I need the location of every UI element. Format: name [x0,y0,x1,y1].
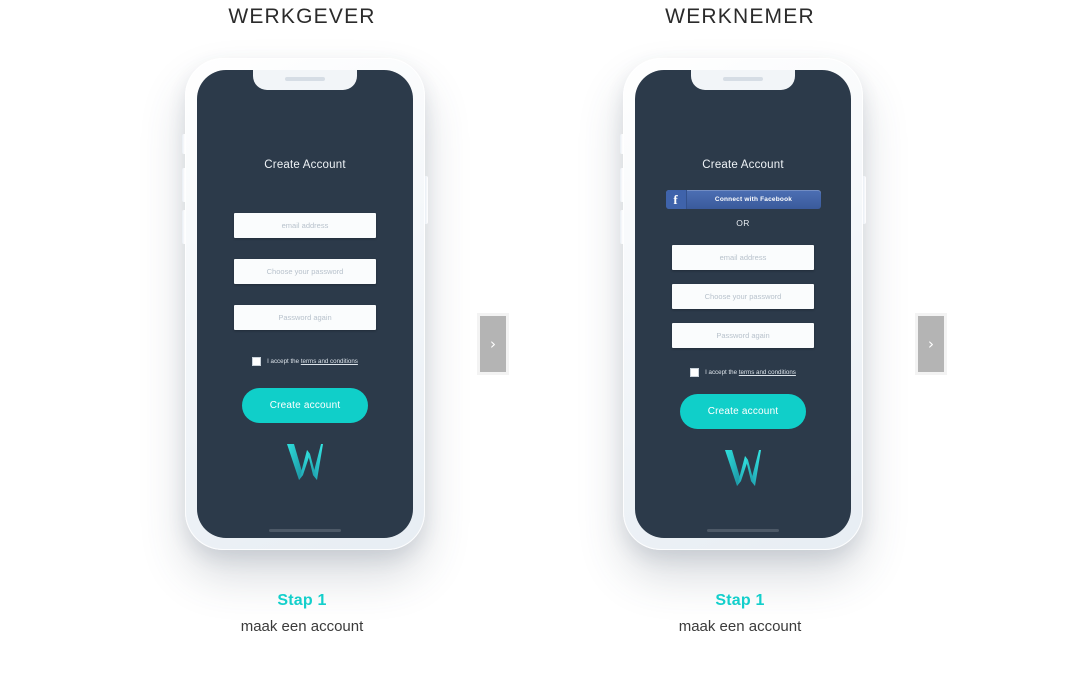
mute-switch [620,134,623,154]
phone-mockup-werknemer: Create Account f Connect with Facebook O… [620,58,866,566]
column-heading-werknemer: WERKNEMER [665,5,815,28]
password-confirm-field[interactable] [234,305,376,330]
step-description: maak een account [678,618,802,635]
terms-text: I accept the terms and conditions [267,358,358,365]
phone-frame: Create Account I accept the terms and co… [182,58,428,550]
signup-screen: Create Account f Connect with Facebook O… [635,70,851,538]
create-account-button[interactable]: Create account [242,388,368,423]
terms-prefix-label: I accept the [267,358,300,365]
create-account-button[interactable]: Create account [680,394,806,429]
column-heading-werkgever: WERKGEVER [228,5,376,28]
terms-and-conditions-link[interactable]: terms and conditions [739,369,796,376]
terms-and-conditions-link[interactable]: terms and conditions [301,358,358,365]
terms-checkbox[interactable] [690,368,700,377]
next-slide-button-werkgever[interactable]: › [477,313,509,375]
terms-checkbox[interactable] [252,357,262,366]
power-button [425,176,428,224]
phone-notch [253,70,357,90]
chevron-right-icon: › [928,334,934,353]
home-indicator [269,529,341,532]
w-logo [724,447,762,492]
facebook-icon: f [665,190,687,209]
screen-title: Create Account [264,159,346,171]
screen-title: Create Account [702,159,784,171]
terms-text: I accept the terms and conditions [705,369,796,376]
phone-notch [691,70,795,90]
home-indicator [707,529,779,532]
volume-down-button [182,210,185,244]
phone-mockup-werkgever: Create Account I accept the terms and co… [182,58,428,566]
facebook-button-label: Connect with Facebook [714,196,793,203]
connect-with-facebook-button[interactable]: f Connect with Facebook [665,190,821,209]
terms-row: I accept the terms and conditions [252,357,358,366]
phone-screen-werkgever: Create Account I accept the terms and co… [197,70,413,538]
step-label: Stap 1 [715,592,765,609]
password-confirm-field[interactable] [672,323,814,348]
w-logo-icon [725,450,761,486]
volume-up-button [620,168,623,202]
w-logo-icon [287,444,323,480]
or-divider-label: OR [736,218,750,228]
phone-screen-werknemer: Create Account f Connect with Facebook O… [635,70,851,538]
next-slide-button-werknemer[interactable]: › [915,313,947,375]
phone-frame: Create Account f Connect with Facebook O… [620,58,866,550]
step-label: Stap 1 [277,592,327,609]
terms-prefix-label: I accept the [705,369,738,376]
w-logo [286,441,324,486]
power-button [863,176,866,224]
volume-down-button [620,210,623,244]
slideshow-stage: WERKGEVER Create Account I accept t [0,0,1080,675]
password-field[interactable] [234,259,376,284]
terms-row: I accept the terms and conditions [690,368,796,377]
caption-werknemer: Stap 1 maak een account [590,592,890,635]
signup-screen: Create Account I accept the terms and co… [197,70,413,538]
volume-up-button [182,168,185,202]
mute-switch [182,134,185,154]
caption-werkgever: Stap 1 maak een account [152,592,452,635]
chevron-right-icon: › [490,334,496,353]
password-field[interactable] [672,284,814,309]
step-description: maak een account [240,618,364,635]
email-field[interactable] [672,245,814,270]
email-field[interactable] [234,213,376,238]
